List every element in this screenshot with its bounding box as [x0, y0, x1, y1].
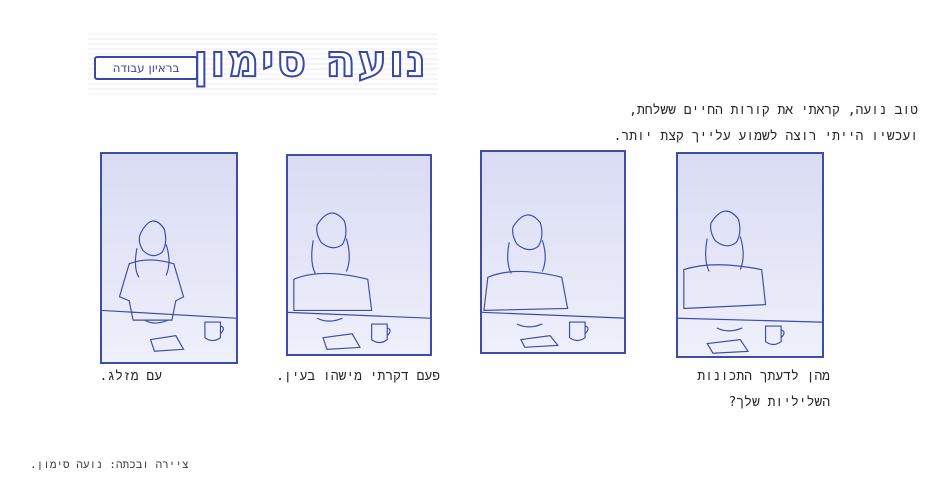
comic-panel-3: [480, 150, 626, 354]
panel-2-caption: פעם דקרתי מישהו בעין.: [276, 369, 440, 384]
comic-panel-2: [286, 154, 432, 356]
intro-line-1: טוב נועה, קראתי את קורות החיים ששלחת,: [629, 103, 918, 118]
panel-4-drawing: [678, 210, 822, 354]
comic-panel-4: [676, 152, 824, 358]
subtitle-tag: בראיון עבודה: [94, 56, 198, 80]
panel-4-caption-line-1: מהן לדעתך התכונות: [697, 369, 830, 384]
credit-line: ציירה ובכתה: נועה סימון.: [30, 458, 189, 471]
title-block: נועה סימון בראיון עבודה: [88, 30, 438, 95]
panel-4-caption-line-2: השליליות שלך?: [728, 395, 830, 410]
page-title: נועה סימון: [192, 35, 428, 88]
panel-3-drawing: [482, 214, 624, 348]
comic-page: נועה סימון בראיון עבודה טוב נועה, קראתי …: [0, 0, 950, 485]
comic-panel-1: [100, 152, 238, 364]
intro-speech: טוב נועה, קראתי את קורות החיים ששלחת, וע…: [498, 98, 918, 150]
panel-1-drawing: [102, 220, 236, 352]
intro-line-2: ועכשיו הייתי רוצה לשמוע עלייך קצת יותר.: [613, 129, 918, 144]
panel-1-caption: עם מזלג.: [99, 369, 162, 384]
panel-4-caption: מהן לדעתך התכונות השליליות שלך?: [697, 364, 830, 416]
panel-2-drawing: [288, 212, 430, 350]
